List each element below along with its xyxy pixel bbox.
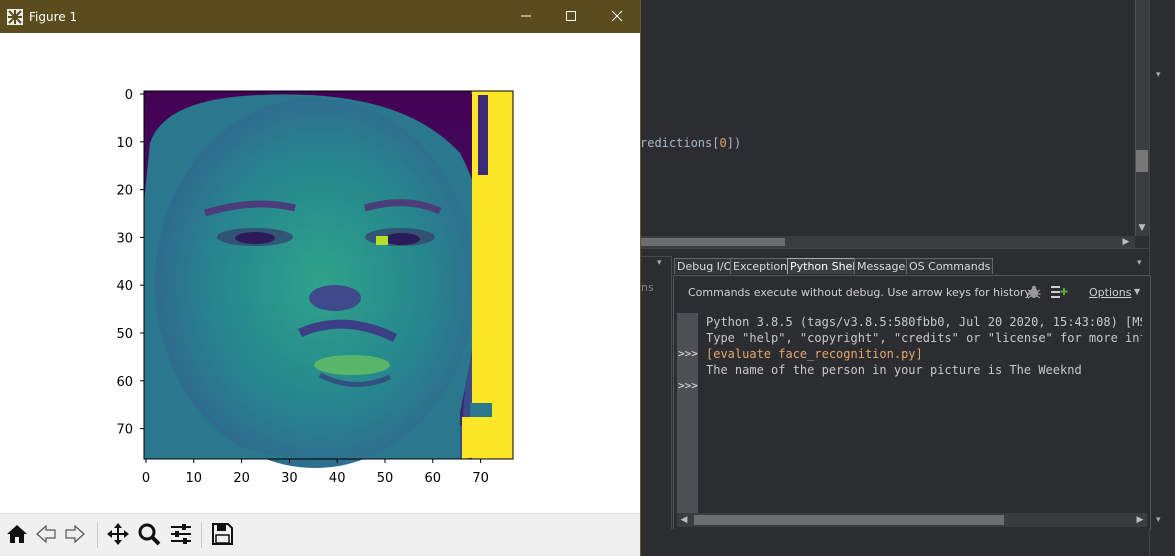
window-title: Figure 1: [29, 10, 78, 24]
editor-hscroll-thumb[interactable]: [640, 238, 785, 246]
image-plot: 0 10 20 30 40 50 60 70 0 10 20 30 40 50 60 70: [116, 88, 514, 486]
x-tick-label: 70: [472, 471, 489, 486]
options-menu[interactable]: Options: [1089, 286, 1131, 299]
pan-icon: [107, 523, 129, 545]
collapse-arrow-icon[interactable]: ▾: [1156, 70, 1161, 80]
right-gutter: [1149, 0, 1175, 555]
tool-tabs: Debug I/O Exceptions Python Shell Messag…: [673, 256, 1149, 274]
y-tick-label: 0: [125, 88, 133, 103]
tab-debug-io[interactable]: Debug I/O: [674, 258, 736, 274]
status-area: [640, 529, 1149, 555]
tab-messages[interactable]: Messages: [854, 258, 914, 274]
save-icon: [212, 523, 233, 545]
maximize-button[interactable]: [548, 0, 594, 33]
y-tick-label: 10: [116, 136, 133, 151]
tab-python-shell[interactable]: Python Shell: [787, 258, 862, 274]
back-button[interactable]: [33, 520, 59, 548]
pan-button[interactable]: [105, 520, 131, 548]
options-arrow-icon[interactable]: ▼: [1134, 287, 1140, 296]
forward-icon: [65, 524, 85, 544]
code-line: redictions[0]): [640, 136, 742, 150]
face-image: [144, 91, 513, 468]
back-icon: [36, 524, 56, 544]
configure-subplots-icon: [171, 524, 191, 544]
home-button[interactable]: [4, 520, 30, 548]
zoom-icon: [138, 523, 161, 546]
y-tick-label: 70: [116, 423, 133, 438]
console-output[interactable]: Python 3.8.5 (tags/v3.8.5:580fbb0, Jul 2…: [706, 314, 1142, 394]
debug-bug-icon[interactable]: [1026, 284, 1042, 300]
y-tick-label: 50: [116, 327, 133, 342]
toolbar-separator: [201, 522, 202, 548]
scroll-down-arrow-icon[interactable]: ▼: [1136, 222, 1148, 234]
close-icon: [611, 10, 623, 22]
close-button[interactable]: [594, 0, 640, 33]
figure-canvas[interactable]: 0 10 20 30 40 50 60 70 0 10 20 30 40 50 60 70: [0, 33, 640, 513]
collapse-arrow-icon[interactable]: ▾: [1156, 515, 1161, 525]
prompt-gutter: [677, 313, 698, 513]
y-tick-label: 60: [116, 375, 133, 390]
window-titlebar[interactable]: Figure 1: [0, 0, 640, 33]
console-line: Type "help", "copyright", "credits" or "…: [706, 331, 1142, 345]
shell-hint: Commands execute without debug. Use arro…: [688, 286, 1033, 299]
editor-vertical-scrollbar[interactable]: [1135, 0, 1150, 236]
scroll-left-arrow-icon[interactable]: ◀: [677, 513, 691, 527]
panel-menu-arrow-icon[interactable]: ▾: [1137, 258, 1142, 268]
shell-hscroll-thumb[interactable]: [694, 515, 1004, 525]
save-button[interactable]: [209, 520, 235, 548]
minimize-button[interactable]: [503, 0, 549, 33]
x-tick-label: 40: [329, 471, 346, 486]
matplotlib-toolbar: [0, 513, 640, 556]
console-line: Python 3.8.5 (tags/v3.8.5:580fbb0, Jul 2…: [706, 315, 1142, 329]
zoom-button[interactable]: [136, 520, 162, 548]
minimize-icon: [521, 15, 531, 17]
console-line: The name of the person in your picture i…: [706, 363, 1082, 377]
x-tick-label: 50: [377, 471, 394, 486]
figure-window: Figure 1 0 10 20 30 40 50 60 70 0 10 20 …: [0, 0, 640, 556]
y-tick-label: 20: [116, 184, 133, 199]
app-icon: [7, 9, 23, 25]
x-tick-label: 30: [281, 471, 298, 486]
x-tick-label: 20: [233, 471, 250, 486]
configure-subplots-button[interactable]: [168, 520, 194, 548]
code-editor[interactable]: [640, 0, 1135, 236]
x-tick-label: 60: [425, 471, 442, 486]
x-tick-label: 10: [186, 471, 203, 486]
toolbar-separator: [97, 522, 98, 548]
console-line: [evaluate face_recognition.py]: [706, 347, 923, 361]
x-tick-label: 0: [142, 471, 150, 486]
tab-os-commands[interactable]: OS Commands: [906, 258, 994, 274]
shell-prompt: >>>: [678, 379, 698, 392]
left-panel-label: ns: [641, 281, 654, 294]
shell-prompt: >>>: [678, 347, 698, 360]
shell-lines-icon[interactable]: [1050, 284, 1068, 300]
y-tick-label: 30: [116, 231, 133, 246]
forward-button[interactable]: [62, 520, 88, 548]
left-tool-panel: ns: [640, 256, 672, 530]
scroll-right-arrow-icon[interactable]: ▶: [1120, 236, 1132, 248]
scroll-right-arrow-icon[interactable]: ▶: [1133, 513, 1147, 527]
y-tick-label: 40: [116, 279, 133, 294]
home-icon: [7, 525, 27, 543]
y-axis: 0 10 20 30 40 50 60 70: [116, 88, 144, 438]
tab-exceptions[interactable]: Exceptions: [730, 258, 796, 274]
maximize-icon: [566, 11, 576, 21]
panel-menu-arrow-icon[interactable]: ▾: [657, 258, 662, 268]
editor-scroll-thumb[interactable]: [1136, 150, 1148, 172]
